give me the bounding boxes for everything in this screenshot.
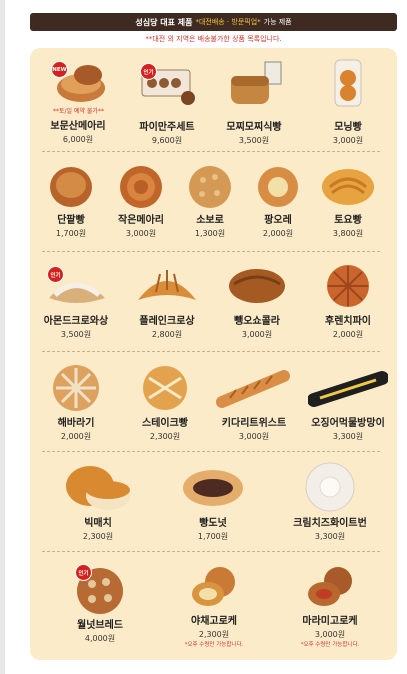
pickup-note: **토/일 예약 불가** bbox=[53, 108, 104, 115]
afternoon-pickup-note: *오후 수령만 가능합니다. bbox=[300, 642, 360, 648]
soboro-image bbox=[189, 166, 231, 208]
row-divider bbox=[42, 451, 380, 452]
cream-cheese-white-bun-image bbox=[305, 462, 355, 512]
squid-ink-stick-image bbox=[308, 371, 388, 407]
product-price: 2,300원 bbox=[198, 630, 230, 639]
big-match-image bbox=[66, 466, 130, 510]
product-price: 3,000원 bbox=[314, 630, 346, 639]
product-price: 2,300원 bbox=[82, 532, 114, 541]
product-name: 빵도넛 bbox=[199, 518, 227, 529]
product-name: 아몬드크로와상 bbox=[43, 316, 109, 327]
left-scroll-track bbox=[0, 0, 5, 674]
section-title-highlight: *대전배송 · 방문픽업* bbox=[195, 18, 261, 26]
product-price: 1,700원 bbox=[197, 532, 229, 541]
product-price: 9,600원 bbox=[151, 136, 183, 145]
product-name: 토요빵 bbox=[334, 215, 362, 226]
product-name: 키다리트위스트 bbox=[221, 418, 287, 429]
section-title-tail: 가능 제품 bbox=[263, 18, 292, 26]
product-item[interactable]: 빅매치 2,300원 bbox=[55, 460, 141, 542]
product-name: 파이만주세트 bbox=[139, 122, 195, 133]
product-item[interactable]: NEW **토/일 예약 불가** 보문산메아리 6,000원 bbox=[35, 58, 121, 145]
product-name: 오징어먹물방망이 bbox=[311, 418, 385, 429]
toyo-bread-image bbox=[322, 169, 374, 205]
product-item[interactable]: 후렌치파이 2,000원 bbox=[305, 262, 391, 340]
new-badge: NEW bbox=[51, 61, 68, 78]
product-price: 3,300원 bbox=[314, 532, 346, 541]
product-name: 후렌치파이 bbox=[325, 316, 371, 327]
mochi-bread-image bbox=[231, 61, 282, 104]
pain-au-chocolat-image bbox=[229, 269, 285, 303]
popular-badge: 인기 bbox=[47, 266, 64, 283]
kidari-twist-image bbox=[216, 370, 290, 408]
product-price: 3,300원 bbox=[332, 432, 364, 441]
product-price: 3,500원 bbox=[238, 136, 270, 145]
product-item[interactable]: 토요빵 3,800원 bbox=[305, 163, 391, 239]
product-price: 3,000원 bbox=[332, 136, 364, 145]
product-item[interactable]: 플레인크로상 2,800원 bbox=[124, 262, 210, 340]
product-item[interactable]: 야채고로케 2,300원 *오후 수령만 가능합니다. bbox=[171, 562, 257, 648]
product-price: 6,000원 bbox=[62, 135, 94, 144]
row-divider bbox=[42, 251, 380, 252]
product-price: 2,000원 bbox=[60, 432, 92, 441]
product-name: 모닝빵 bbox=[334, 122, 362, 133]
french-pie-image bbox=[327, 265, 369, 307]
product-item[interactable]: 오징어먹물방망이 3,300원 bbox=[305, 362, 391, 442]
product-item[interactable]: 마라미고로케 3,000원 *오후 수령만 가능합니다. bbox=[287, 562, 373, 648]
row-divider bbox=[42, 551, 380, 552]
pang-au-lait-image bbox=[258, 167, 298, 207]
section-title: 성심당 대표 제품 bbox=[135, 17, 193, 27]
product-item[interactable]: 인기 파이만주세트 9,600원 bbox=[124, 58, 210, 146]
product-price: 2,000원 bbox=[332, 330, 364, 339]
product-price: 3,000원 bbox=[238, 432, 270, 441]
product-price: 3,800원 bbox=[332, 229, 364, 238]
sunflower-bread-image bbox=[53, 365, 99, 411]
product-item[interactable]: 모닝빵 3,000원 bbox=[305, 58, 391, 146]
row-divider bbox=[42, 351, 380, 352]
popular-badge: 인기 bbox=[75, 564, 92, 581]
bread-donut-image bbox=[183, 470, 243, 506]
product-name: 빅매치 bbox=[84, 518, 112, 529]
product-name: 크림치즈화이트번 bbox=[293, 518, 367, 529]
product-name: 플레인크로상 bbox=[139, 316, 195, 327]
product-price: 3,000원 bbox=[241, 330, 273, 339]
product-name: 해바라기 bbox=[57, 418, 95, 429]
product-name: 뺑오쇼콜라 bbox=[234, 316, 280, 327]
product-item[interactable]: 모찌모찌식빵 3,500원 bbox=[211, 58, 297, 146]
marami-croquette-image bbox=[308, 567, 352, 606]
product-name: 야채고로케 bbox=[191, 616, 237, 627]
product-item[interactable]: 해바라기 2,000원 bbox=[33, 362, 119, 442]
product-item[interactable]: 크림치즈화이트번 3,300원 bbox=[287, 460, 373, 542]
product-item[interactable]: 뺑오쇼콜라 3,000원 bbox=[214, 262, 300, 340]
product-name: 월넛브레드 bbox=[77, 620, 123, 631]
delivery-notice: **대전 외 지역은 배송불가한 상품 목록입니다. bbox=[145, 35, 282, 43]
small-meari-image bbox=[120, 166, 162, 208]
steak-bread-image bbox=[143, 366, 187, 410]
product-name: 스테이크빵 bbox=[142, 418, 188, 429]
product-item[interactable]: 인기 월넛브레드 4,000원 bbox=[57, 562, 143, 644]
product-item[interactable]: 인기 아몬드크로와상 3,500원 bbox=[33, 262, 119, 340]
product-item[interactable]: 빵도넛 1,700원 bbox=[170, 460, 256, 542]
popular-badge: 인기 bbox=[140, 63, 157, 80]
product-price: 4,000원 bbox=[84, 634, 116, 643]
product-item[interactable]: 스테이크빵 2,300원 bbox=[122, 362, 208, 442]
product-price: 2,800원 bbox=[151, 330, 183, 339]
product-price: 3,500원 bbox=[60, 330, 92, 339]
product-name: 보문산메아리 bbox=[50, 121, 106, 132]
product-item[interactable]: 키다리트위스트 3,000원 bbox=[211, 362, 297, 442]
product-name: 모찌모찌식빵 bbox=[226, 122, 282, 133]
vegetable-croquette-image bbox=[192, 567, 235, 606]
afternoon-pickup-note: *오후 수령만 가능합니다. bbox=[184, 642, 244, 648]
danpat-bread-image bbox=[50, 167, 92, 207]
row-divider bbox=[42, 151, 380, 152]
morning-bread-image bbox=[334, 59, 362, 107]
product-price: 2,300원 bbox=[149, 432, 181, 441]
plain-croissant-image bbox=[138, 270, 196, 300]
section-title-bar: 성심당 대표 제품 *대전배송 · 방문픽업* 가능 제품 bbox=[30, 13, 397, 31]
product-name: 마라미고로케 bbox=[302, 616, 358, 627]
